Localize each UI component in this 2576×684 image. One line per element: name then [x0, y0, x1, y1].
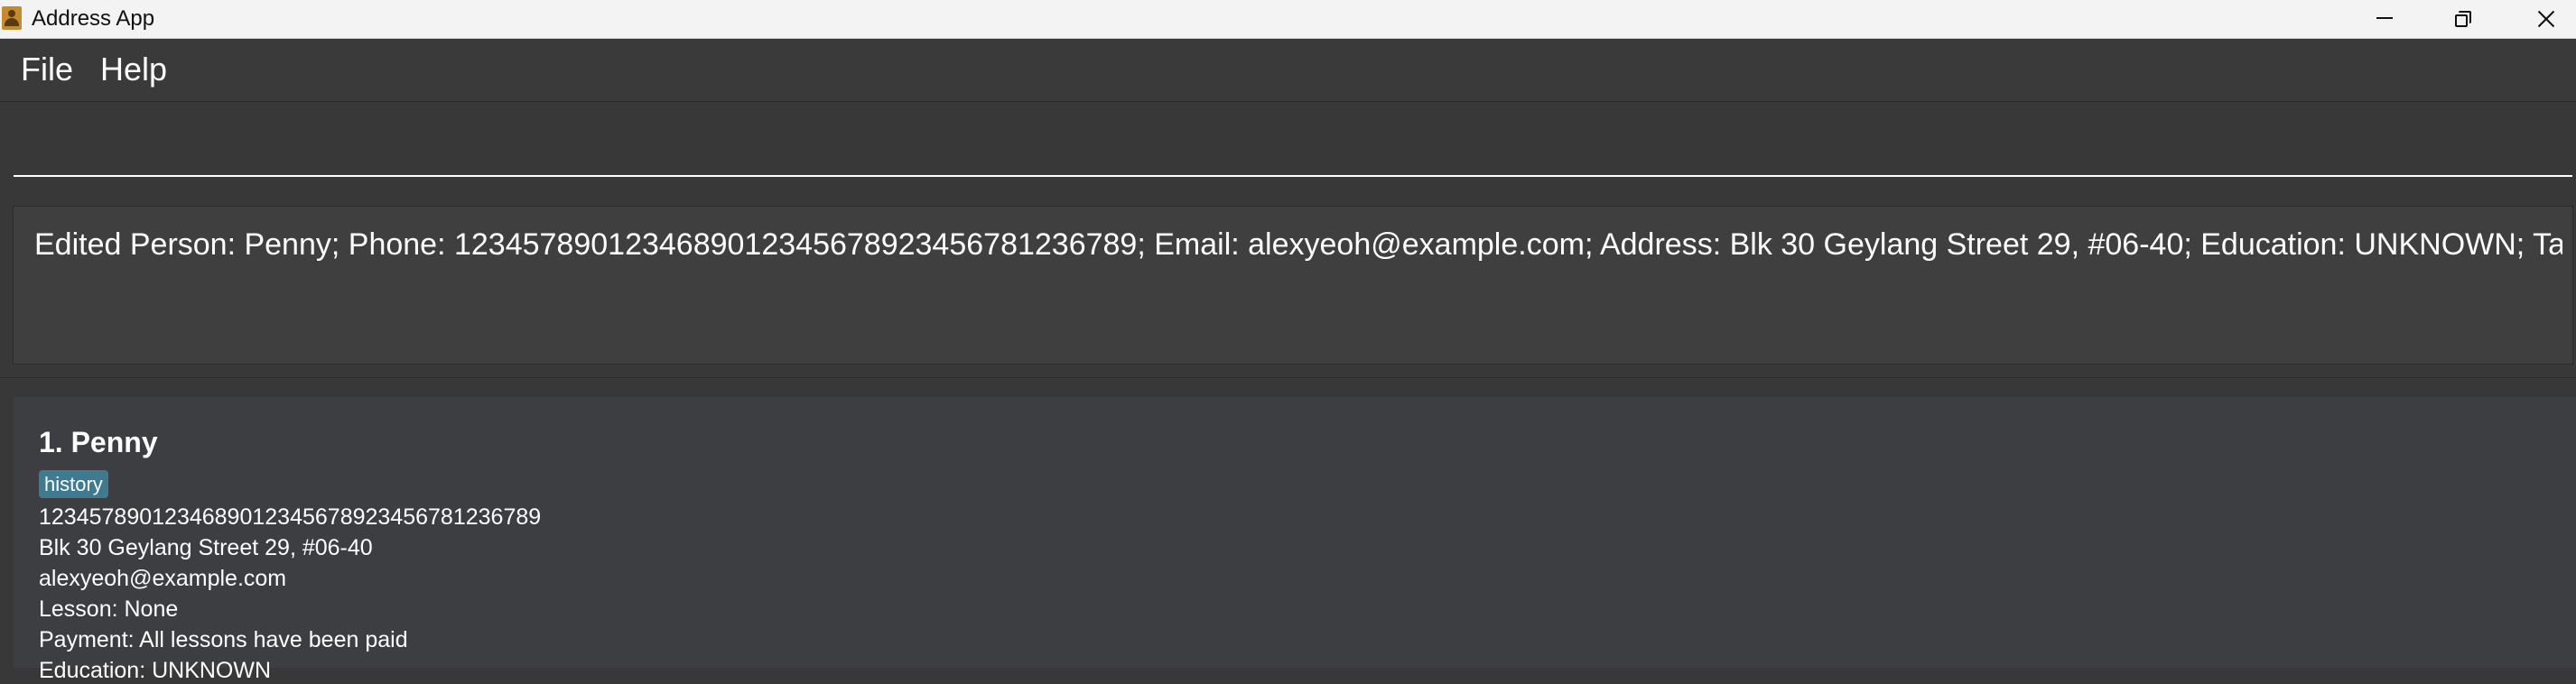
- command-box: [0, 103, 2576, 197]
- person-email: alexyeoh@example.com: [39, 566, 287, 591]
- command-input[interactable]: [14, 119, 2572, 177]
- title-bar: Address App: [0, 0, 2576, 39]
- result-display: Edited Person: Penny; Phone: 12345789012…: [0, 197, 2576, 377]
- person-phone: 1234578901234689012345678923456781236789: [39, 504, 542, 530]
- person-payment: Payment: All lessons have been paid: [39, 627, 408, 652]
- window-title: Address App: [32, 6, 155, 31]
- address-book-icon: [2, 6, 22, 30]
- person-name: 1. Penny: [39, 426, 158, 458]
- tag-badge: history: [39, 470, 108, 498]
- person-address: Blk 30 Geylang Street 29, #06-40: [39, 535, 373, 560]
- person-list[interactable]: 1. Penny history 12345789012346890123456…: [0, 377, 2576, 683]
- person-card[interactable]: 1. Penny history 12345789012346890123456…: [14, 397, 2576, 683]
- result-box[interactable]: Edited Person: Penny; Phone: 12345789012…: [13, 206, 2573, 365]
- menu-help[interactable]: Help: [100, 51, 167, 88]
- maximize-icon[interactable]: [2424, 0, 2506, 39]
- result-text: Edited Person: Penny; Phone: 12345789012…: [34, 227, 2562, 262]
- menu-file[interactable]: File: [21, 51, 73, 88]
- person-education: Education: UNKNOWN: [39, 658, 272, 683]
- minimize-icon[interactable]: [2343, 0, 2424, 39]
- menu-bar: File Help: [0, 39, 2576, 102]
- close-icon[interactable]: [2506, 0, 2576, 39]
- person-lesson: Lesson: None: [39, 596, 179, 622]
